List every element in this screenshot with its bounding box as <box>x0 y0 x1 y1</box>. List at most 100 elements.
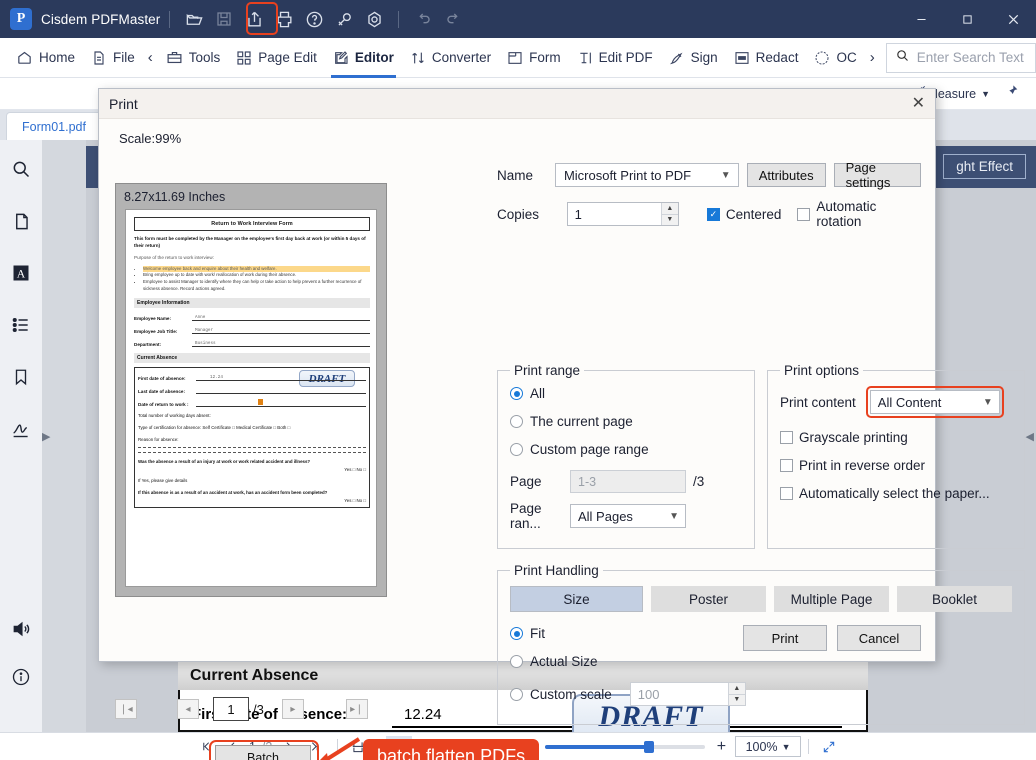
fullscreen-icon[interactable] <box>816 736 842 758</box>
menu-item-file[interactable]: File <box>83 38 143 78</box>
expand-chevron-icon[interactable]: › <box>865 49 880 66</box>
collapse-chevron-icon[interactable]: ‹ <box>143 49 158 66</box>
attributes-button[interactable]: Attributes <box>747 163 826 187</box>
save-icon[interactable] <box>209 5 239 33</box>
undo-icon[interactable] <box>408 5 438 33</box>
maximize-button[interactable] <box>944 0 990 38</box>
help-icon[interactable] <box>299 5 329 33</box>
menu-label: Sign <box>691 50 718 65</box>
zoom-level-select[interactable]: 100% ▼ <box>735 736 801 757</box>
light-effect-button[interactable]: ght Effect <box>943 154 1026 179</box>
document-tab[interactable]: Form01.pdf <box>6 112 102 140</box>
zoom-in-button[interactable]: + <box>714 738 729 756</box>
cancel-button[interactable]: Cancel <box>837 625 921 651</box>
preview-field: Employee Name: Anne <box>134 314 370 321</box>
redo-icon[interactable] <box>438 5 468 33</box>
divider <box>398 11 399 28</box>
size-option-custom-scale[interactable]: Custom scale 100 ▲ ▼ <box>510 682 1012 706</box>
page-range-input[interactable]: 1-3 <box>570 470 686 493</box>
pin-icon[interactable] <box>1004 83 1020 106</box>
stepper-up-icon[interactable]: ▲ <box>662 203 678 215</box>
first-page-button[interactable]: ❘◂ <box>115 699 137 719</box>
stepper-up-icon[interactable]: ▲ <box>729 683 745 695</box>
tab-multiple-page[interactable]: Multiple Page <box>774 586 889 612</box>
tab-size[interactable]: Size <box>510 586 643 612</box>
auto-paper-select-checkbox[interactable]: Automatically select the paper... <box>780 486 1012 501</box>
print-content-select[interactable]: All Content ▼ <box>870 390 1000 414</box>
reverse-order-checkbox[interactable]: Print in reverse order <box>780 458 1012 473</box>
print-range-option-custom[interactable]: Custom page range <box>510 442 742 457</box>
share-icon[interactable] <box>239 5 269 33</box>
print-content-row: Print content All Content ▼ <box>780 386 1012 418</box>
close-icon[interactable]: ✕ <box>912 96 925 112</box>
print-range-option-all[interactable]: All <box>510 386 742 401</box>
stepper-down-icon[interactable]: ▼ <box>662 215 678 226</box>
search-icon[interactable] <box>6 154 36 184</box>
application-window: P Cisdem PDFMaster <box>0 0 1036 760</box>
tab-poster[interactable]: Poster <box>651 586 766 612</box>
preview-field: Last date of absence: <box>138 387 366 394</box>
menu-item-ocr[interactable]: OC <box>806 38 864 78</box>
menu-item-form[interactable]: Form <box>499 38 569 78</box>
menu-item-sign[interactable]: Sign <box>661 38 726 78</box>
print-range-option-current[interactable]: The current page <box>510 414 742 429</box>
page-range-total: /3 <box>693 474 704 489</box>
print-icon[interactable] <box>269 5 299 33</box>
menu-item-home[interactable]: Home <box>8 38 83 78</box>
text-icon[interactable]: A <box>6 258 36 288</box>
menu-item-tools[interactable]: Tools <box>158 38 229 78</box>
last-page-button[interactable]: ▸❘ <box>346 699 368 719</box>
checkbox-box <box>780 431 793 444</box>
radio-button <box>510 387 523 400</box>
key-icon[interactable] <box>329 5 359 33</box>
stepper-buttons[interactable]: ▲ ▼ <box>661 203 678 225</box>
preview-section-current-absence: Current Absence <box>134 353 370 363</box>
menu-item-page-edit[interactable]: Page Edit <box>228 38 325 78</box>
zoom-slider-handle[interactable] <box>644 741 654 753</box>
page-range-select[interactable]: All Pages ▼ <box>570 504 686 528</box>
minimize-button[interactable] <box>898 0 944 38</box>
copies-stepper[interactable]: 1 ▲ ▼ <box>567 202 679 226</box>
close-button[interactable] <box>990 0 1036 38</box>
menu-item-redact[interactable]: Redact <box>726 38 807 78</box>
open-folder-icon[interactable] <box>179 5 209 33</box>
menu-label: Form <box>529 50 561 65</box>
next-page-button[interactable]: ▸ <box>282 699 304 719</box>
option-label: Custom scale <box>530 687 612 702</box>
menu-item-edit-pdf[interactable]: Edit PDF <box>569 38 661 78</box>
centered-checkbox[interactable]: ✓ Centered <box>707 207 782 222</box>
settings-icon[interactable] <box>359 5 389 33</box>
bookmark-icon[interactable] <box>6 362 36 392</box>
checkbox-box: ✓ <box>707 208 720 221</box>
chevron-down-icon[interactable]: ▼ <box>981 89 990 99</box>
stepper-buttons[interactable]: ▲ ▼ <box>728 683 745 705</box>
menu-item-converter[interactable]: Converter <box>402 38 499 78</box>
field-marker <box>258 399 263 405</box>
list-icon[interactable] <box>6 310 36 340</box>
automatic-rotation-checkbox[interactable]: Automatic rotation <box>797 199 921 229</box>
menu-item-editor[interactable]: Editor <box>325 38 402 78</box>
batch-button[interactable]: Batch <box>215 745 311 760</box>
tab-booklet[interactable]: Booklet <box>897 586 1012 612</box>
stepper-down-icon[interactable]: ▼ <box>729 695 745 706</box>
page-total-label: /3 <box>253 702 264 717</box>
radio-button <box>510 627 523 640</box>
zoom-slider[interactable] <box>545 745 705 749</box>
left-panel-expand-icon[interactable]: ▶ <box>42 430 50 443</box>
info-icon[interactable] <box>6 662 36 692</box>
field-label: First date of absence: <box>138 376 196 381</box>
page-settings-button[interactable]: Page settings <box>834 163 921 187</box>
speaker-icon[interactable] <box>6 614 36 644</box>
custom-scale-stepper[interactable]: 100 ▲ ▼ <box>630 682 746 706</box>
grayscale-printing-checkbox[interactable]: Grayscale printing <box>780 430 1012 445</box>
signature-icon[interactable] <box>6 414 36 444</box>
print-button[interactable]: Print <box>743 625 827 651</box>
printer-name-select[interactable]: Microsoft Print to PDF ▼ <box>555 163 739 187</box>
right-panel-expand-icon[interactable]: ◀ <box>1026 430 1034 443</box>
page-label: Page <box>510 474 570 489</box>
size-option-actual[interactable]: Actual Size <box>510 654 1012 669</box>
search-input[interactable]: Enter Search Text <box>886 43 1036 73</box>
page-number-input[interactable]: 1 <box>213 697 249 721</box>
page-icon[interactable] <box>6 206 36 236</box>
prev-page-button[interactable]: ◂ <box>177 699 199 719</box>
